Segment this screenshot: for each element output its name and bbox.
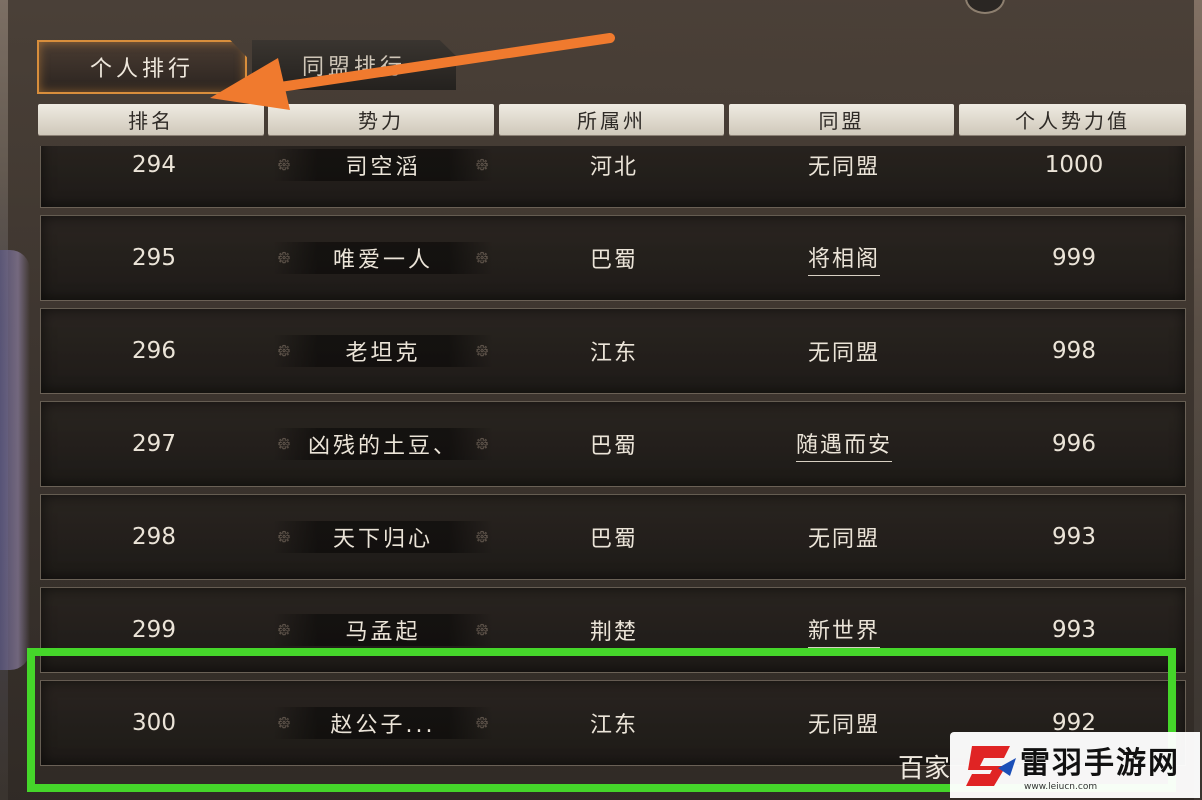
faction-name[interactable]: 凶残的土豆、 (273, 428, 493, 460)
cell-alliance: 无同盟 (731, 309, 957, 393)
cell-power-text: 999 (1052, 245, 1096, 271)
tab-label: 个人排行 (89, 57, 194, 82)
watermark-partial-text: 百家 (898, 754, 951, 784)
faction-name-text: 司空滔 (345, 155, 421, 180)
faction-name[interactable]: 马孟起 (273, 614, 493, 646)
header-power[interactable]: 个人势力值 (959, 104, 1186, 135)
cell-alliance-text: 随遇而安 (795, 427, 892, 462)
cell-alliance[interactable]: 新世界 (731, 588, 957, 672)
table-row[interactable]: 294河北无同盟1000᪥᪥司空滔 (40, 146, 1186, 208)
cell-power: 993 (961, 495, 1186, 579)
table-row[interactable]: 296江东无同盟998᪥᪥老坦克 (40, 308, 1186, 394)
cell-power-text: 993 (1052, 524, 1096, 550)
faction-name[interactable]: 天下归心 (273, 521, 493, 553)
cell-rank: 297 (41, 402, 267, 486)
header-alliance[interactable]: 同盟 (729, 104, 954, 135)
table-row[interactable]: 299荆楚新世界993᪥᪥马孟起 (40, 587, 1186, 673)
cell-state-text: 河北 (589, 155, 638, 180)
cell-alliance[interactable]: 随遇而安 (731, 402, 957, 486)
cell-rank: 298 (41, 495, 267, 579)
cell-alliance-text: 无同盟 (807, 713, 880, 738)
table-row[interactable]: 298巴蜀无同盟993᪥᪥天下归心 (40, 494, 1186, 580)
cell-alliance-text: 将相阁 (807, 241, 880, 276)
cell-rank-text: 298 (132, 524, 176, 550)
leiyu-logo-icon (966, 746, 1016, 786)
faction-name[interactable]: 赵公子... (273, 707, 493, 739)
cell-rank: 300 (41, 681, 267, 765)
cell-rank-text: 299 (132, 617, 176, 643)
cell-power-text: 996 (1052, 431, 1096, 457)
faction-name-text: 凶残的土豆、 (307, 434, 458, 459)
cell-state-text: 巴蜀 (589, 248, 638, 273)
watermark: 雷羽手游网 www.leiucn.com (950, 732, 1200, 798)
cell-alliance-text: 无同盟 (807, 341, 880, 366)
cell-alliance-text: 无同盟 (807, 155, 880, 180)
cell-alliance: 无同盟 (731, 495, 957, 579)
cell-alliance-text: 无同盟 (807, 527, 880, 552)
ranking-list[interactable]: 294河北无同盟1000᪥᪥司空滔295巴蜀将相阁999᪥᪥唯爱一人296江东无… (40, 146, 1186, 796)
cell-state-text: 巴蜀 (589, 527, 638, 552)
arrow-annotation-icon (210, 33, 615, 110)
cell-state: 巴蜀 (501, 495, 727, 579)
cell-power: 1000 (961, 146, 1186, 207)
cell-rank: 299 (41, 588, 267, 672)
faction-name[interactable]: 老坦克 (273, 335, 493, 367)
watermark-url: www.leiucn.com (1024, 782, 1098, 792)
cell-rank: 296 (41, 309, 267, 393)
cell-rank-text: 300 (132, 710, 176, 736)
cell-power: 993 (961, 588, 1186, 672)
cell-power: 996 (961, 402, 1186, 486)
cell-rank-text: 297 (132, 431, 176, 457)
faction-name-text: 赵公子... (330, 713, 436, 738)
cell-rank-text: 296 (132, 338, 176, 364)
cell-rank-text: 294 (132, 152, 176, 178)
faction-name-text: 老坦克 (345, 341, 421, 366)
cell-state-text: 江东 (589, 341, 638, 366)
faction-name-text: 马孟起 (345, 620, 421, 645)
faction-name[interactable]: 唯爱一人 (273, 242, 493, 274)
cell-state: 巴蜀 (501, 216, 727, 300)
background-character (0, 250, 30, 670)
cell-power-text: 993 (1052, 617, 1096, 643)
cell-power-text: 998 (1052, 338, 1096, 364)
cell-power: 999 (961, 216, 1186, 300)
cell-state: 巴蜀 (501, 402, 727, 486)
faction-name[interactable]: 司空滔 (273, 149, 493, 181)
cell-rank: 295 (41, 216, 267, 300)
watermark-title: 雷羽手游网 (1020, 746, 1180, 781)
cell-state-text: 巴蜀 (589, 434, 638, 459)
faction-name-text: 唯爱一人 (332, 248, 433, 273)
table-row[interactable]: 297巴蜀随遇而安996᪥᪥凶残的土豆、 (40, 401, 1186, 487)
cell-state: 江东 (501, 309, 727, 393)
cell-alliance[interactable]: 将相阁 (731, 216, 957, 300)
cell-rank-text: 295 (132, 245, 176, 271)
cell-state: 河北 (501, 146, 727, 207)
cell-alliance: 无同盟 (731, 146, 957, 207)
table-row[interactable]: 295巴蜀将相阁999᪥᪥唯爱一人 (40, 215, 1186, 301)
cell-state-text: 江东 (589, 713, 638, 738)
cell-power: 998 (961, 309, 1186, 393)
cell-state-text: 荆楚 (589, 620, 638, 645)
faction-name-text: 天下归心 (332, 527, 433, 552)
cell-rank: 294 (41, 146, 267, 207)
cell-state: 江东 (501, 681, 727, 765)
cell-power-text: 1000 (1044, 152, 1104, 178)
cell-alliance-text: 新世界 (807, 613, 880, 648)
cell-state: 荆楚 (501, 588, 727, 672)
